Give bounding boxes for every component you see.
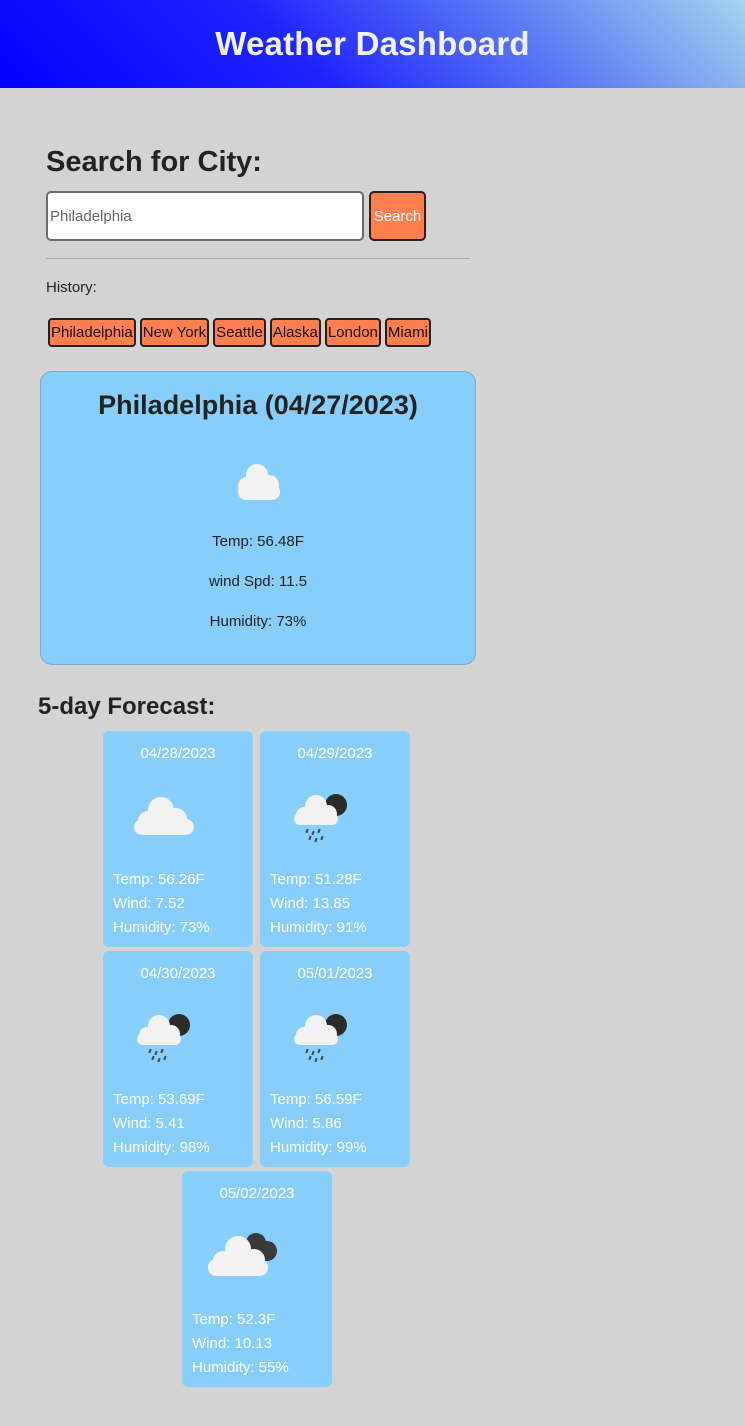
forecast-temp: Temp: 52.3F	[192, 1311, 276, 1328]
forecast-date: 04/29/2023	[297, 745, 373, 762]
forecast-temp: Temp: 51.28F	[270, 871, 362, 888]
forecast-date: 04/30/2023	[140, 965, 216, 982]
forecast-details: Temp: 53.69F Wind: 5.41 Humidity: 98%	[113, 1088, 210, 1160]
forecast-temp: Temp: 53.69F	[113, 1091, 205, 1108]
forecast-details: Temp: 52.3F Wind: 10.13 Humidity: 55%	[192, 1308, 289, 1380]
forecast-wind: Wind: 5.86	[270, 1115, 342, 1132]
forecast-date: 05/02/2023	[219, 1185, 295, 1202]
forecast-details: Temp: 56.26F Wind: 7.52 Humidity: 73%	[113, 868, 210, 940]
current-weather-title: Philadelphia (04/27/2023)	[98, 390, 418, 420]
rain-night-icon	[290, 1007, 350, 1072]
forecast-details: Temp: 56.59F Wind: 5.86 Humidity: 99%	[270, 1088, 367, 1160]
rain-night-icon	[133, 1007, 193, 1072]
forecast-wind: Wind: 13.85	[270, 895, 351, 912]
forecast-humidity: Humidity: 91%	[270, 919, 367, 936]
forecast-title: 5-day Forecast:	[38, 693, 216, 720]
history-button-london[interactable]: London	[324, 318, 381, 347]
rain-night-icon	[290, 787, 350, 852]
forecast-humidity: Humidity: 73%	[113, 919, 210, 936]
forecast-card: 05/01/2023 Temp: 56.59F Wind: 5.86 Humid…	[260, 951, 410, 1167]
search-button[interactable]: Search	[369, 191, 426, 241]
forecast-card: 04/28/2023 Temp: 56.26F Wind: 7.52 Humid…	[103, 731, 253, 947]
forecast-card: 04/29/2023 Temp: 51.28F Wind: 13.85 Humi…	[260, 731, 410, 947]
current-weather-card: Philadelphia (04/27/2023) Temp: 56.48F w…	[40, 371, 476, 665]
history-button-philadelphia[interactable]: Philadelphia	[48, 318, 136, 347]
history-button-alaska[interactable]: Alaska	[269, 318, 321, 347]
cloud-icon	[131, 793, 195, 842]
cloud-icon	[234, 460, 284, 507]
forecast-humidity: Humidity: 98%	[113, 1139, 210, 1156]
forecast-date: 05/01/2023	[297, 965, 373, 982]
search-title: Search for City:	[46, 146, 262, 178]
forecast-card: 04/30/2023 Temp: 53.69F Wind: 5.41 Humid…	[103, 951, 253, 1167]
forecast-wind: Wind: 7.52	[113, 895, 185, 912]
forecast-date: 04/28/2023	[140, 745, 216, 762]
history-label: History:	[46, 279, 97, 296]
current-humidity: Humidity: 73%	[209, 613, 307, 630]
forecast-temp: Temp: 56.26F	[113, 871, 205, 888]
forecast-humidity: Humidity: 99%	[270, 1139, 367, 1156]
forecast-temp: Temp: 56.59F	[270, 1091, 362, 1108]
page-header: Weather Dashboard	[0, 0, 745, 88]
history-button-new-york[interactable]: New York	[139, 318, 210, 347]
history-button-miami[interactable]: Miami	[384, 318, 431, 347]
history-button-seattle[interactable]: Seattle	[213, 318, 266, 347]
page-title: Weather Dashboard	[215, 25, 530, 62]
forecast-wind: Wind: 10.13	[192, 1335, 273, 1352]
city-search-input[interactable]	[46, 191, 364, 241]
forecast-wind: Wind: 5.41	[113, 1115, 185, 1132]
broken-clouds-icon	[206, 1229, 282, 1286]
forecast-details: Temp: 51.28F Wind: 13.85 Humidity: 91%	[270, 868, 367, 940]
divider	[46, 258, 470, 259]
current-temp: Temp: 56.48F	[212, 533, 304, 550]
current-wind: wind Spd: 11.5	[208, 573, 308, 590]
history-list: Philadelphia New York Seattle Alaska Lon…	[48, 318, 431, 347]
forecast-card: 05/02/2023 Temp: 52.3F Wind: 10.13 Humid…	[182, 1171, 332, 1387]
forecast-humidity: Humidity: 55%	[192, 1359, 289, 1376]
